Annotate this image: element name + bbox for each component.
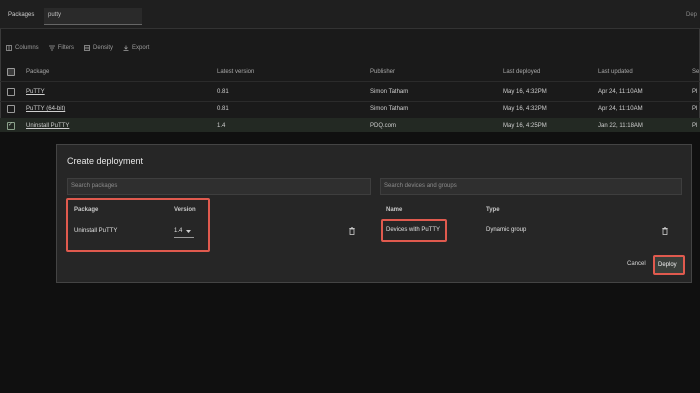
version-select-value: 1.4	[174, 228, 183, 234]
columns-button[interactable]: Columns	[6, 45, 39, 51]
name-column-header: Name	[386, 207, 403, 213]
density-label: Density	[93, 45, 114, 51]
select-all-checkbox[interactable]	[7, 68, 15, 76]
version-select[interactable]: 1.4	[174, 226, 194, 238]
filters-button[interactable]: Filters	[48, 45, 75, 51]
row-checkbox-checked[interactable]	[7, 121, 15, 130]
package-link[interactable]: Uninstall PuTTY	[26, 123, 69, 129]
version-select-underline	[174, 237, 194, 238]
create-deployment-dialog: Create deployment Search packages Search…	[56, 144, 692, 283]
target-type: Dynamic group	[486, 227, 527, 233]
table-header-row: Package Latest version Publisher Last de…	[0, 64, 700, 82]
extra-cell: Pl	[692, 89, 698, 95]
export-label: Export	[132, 45, 150, 51]
density-button[interactable]: Density	[84, 45, 113, 51]
deploy-button[interactable]: Deploy	[653, 255, 685, 275]
publisher-cell: Simon Tatham	[370, 89, 409, 95]
selected-package-name: Uninstall PuTTY	[74, 228, 118, 234]
search-input[interactable]: putty	[44, 8, 142, 25]
columns-label: Columns	[15, 45, 39, 51]
package-link[interactable]: PuTTY (64-bit)	[26, 106, 65, 112]
latest-version-cell: 0.81	[217, 89, 229, 95]
export-icon	[123, 45, 129, 51]
table-row[interactable]: PuTTY 0.81 Simon Tatham May 16, 4:32PM A…	[0, 84, 700, 102]
type-column-header: Type	[486, 207, 500, 213]
top-bar: Packages putty Dep	[0, 0, 700, 29]
search-input-value: putty	[48, 12, 62, 18]
last-deployed-cell: May 16, 4:25PM	[503, 123, 547, 129]
target-name: Devices with PuTTY	[386, 227, 441, 233]
version-column-header: Version	[174, 207, 196, 213]
filters-label: Filters	[57, 45, 75, 51]
deploy-tab-partial[interactable]: Dep	[686, 12, 697, 18]
package-link[interactable]: PuTTY	[26, 89, 45, 95]
search-packages-input[interactable]: Search packages	[67, 178, 371, 195]
columns-icon	[6, 45, 12, 51]
latest-version-cell: 1.4	[217, 123, 226, 129]
trash-icon[interactable]	[349, 227, 355, 235]
last-deployed-cell: May 16, 4:32PM	[503, 89, 547, 95]
trash-icon[interactable]	[662, 227, 668, 235]
cancel-button[interactable]: Cancel	[627, 261, 646, 267]
header-extra[interactable]: Se	[692, 69, 699, 75]
header-last-deployed[interactable]: Last deployed	[503, 69, 540, 75]
last-updated-cell: Apr 24, 11:10AM	[598, 89, 643, 95]
extra-cell: Pl	[692, 106, 698, 112]
search-packages-placeholder: Search packages	[71, 183, 118, 189]
table-toolbar: Columns Filters Density Export	[6, 43, 149, 53]
package-column-header: Package	[74, 207, 99, 213]
dialog-title: Create deployment	[67, 156, 144, 166]
last-deployed-cell: May 16, 4:32PM	[503, 106, 547, 112]
extra-cell: Pl	[692, 123, 698, 129]
density-icon	[84, 45, 90, 51]
last-updated-cell: Apr 24, 11:10AM	[598, 106, 643, 112]
header-package[interactable]: Package	[26, 69, 49, 75]
header-publisher[interactable]: Publisher	[370, 69, 395, 75]
page-title: Packages	[8, 12, 35, 18]
export-button[interactable]: Export	[123, 45, 149, 51]
table-row[interactable]: PuTTY (64-bit) 0.81 Simon Tatham May 16,…	[0, 101, 700, 119]
publisher-cell: PDQ.com	[370, 123, 397, 129]
row-checkbox[interactable]	[7, 105, 15, 113]
chevron-down-icon	[186, 230, 191, 233]
header-latest-version[interactable]: Latest version	[217, 69, 254, 75]
last-updated-cell: Jan 22, 11:18AM	[598, 123, 643, 129]
latest-version-cell: 0.81	[217, 106, 229, 112]
search-targets-placeholder: Search devices and groups	[384, 183, 457, 189]
row-checkbox[interactable]	[7, 88, 15, 96]
deploy-button-label: Deploy	[658, 262, 677, 268]
publisher-cell: Simon Tatham	[370, 106, 409, 112]
header-last-updated[interactable]: Last updated	[598, 69, 633, 75]
filters-icon	[48, 45, 55, 51]
search-targets-input[interactable]: Search devices and groups	[380, 178, 682, 195]
